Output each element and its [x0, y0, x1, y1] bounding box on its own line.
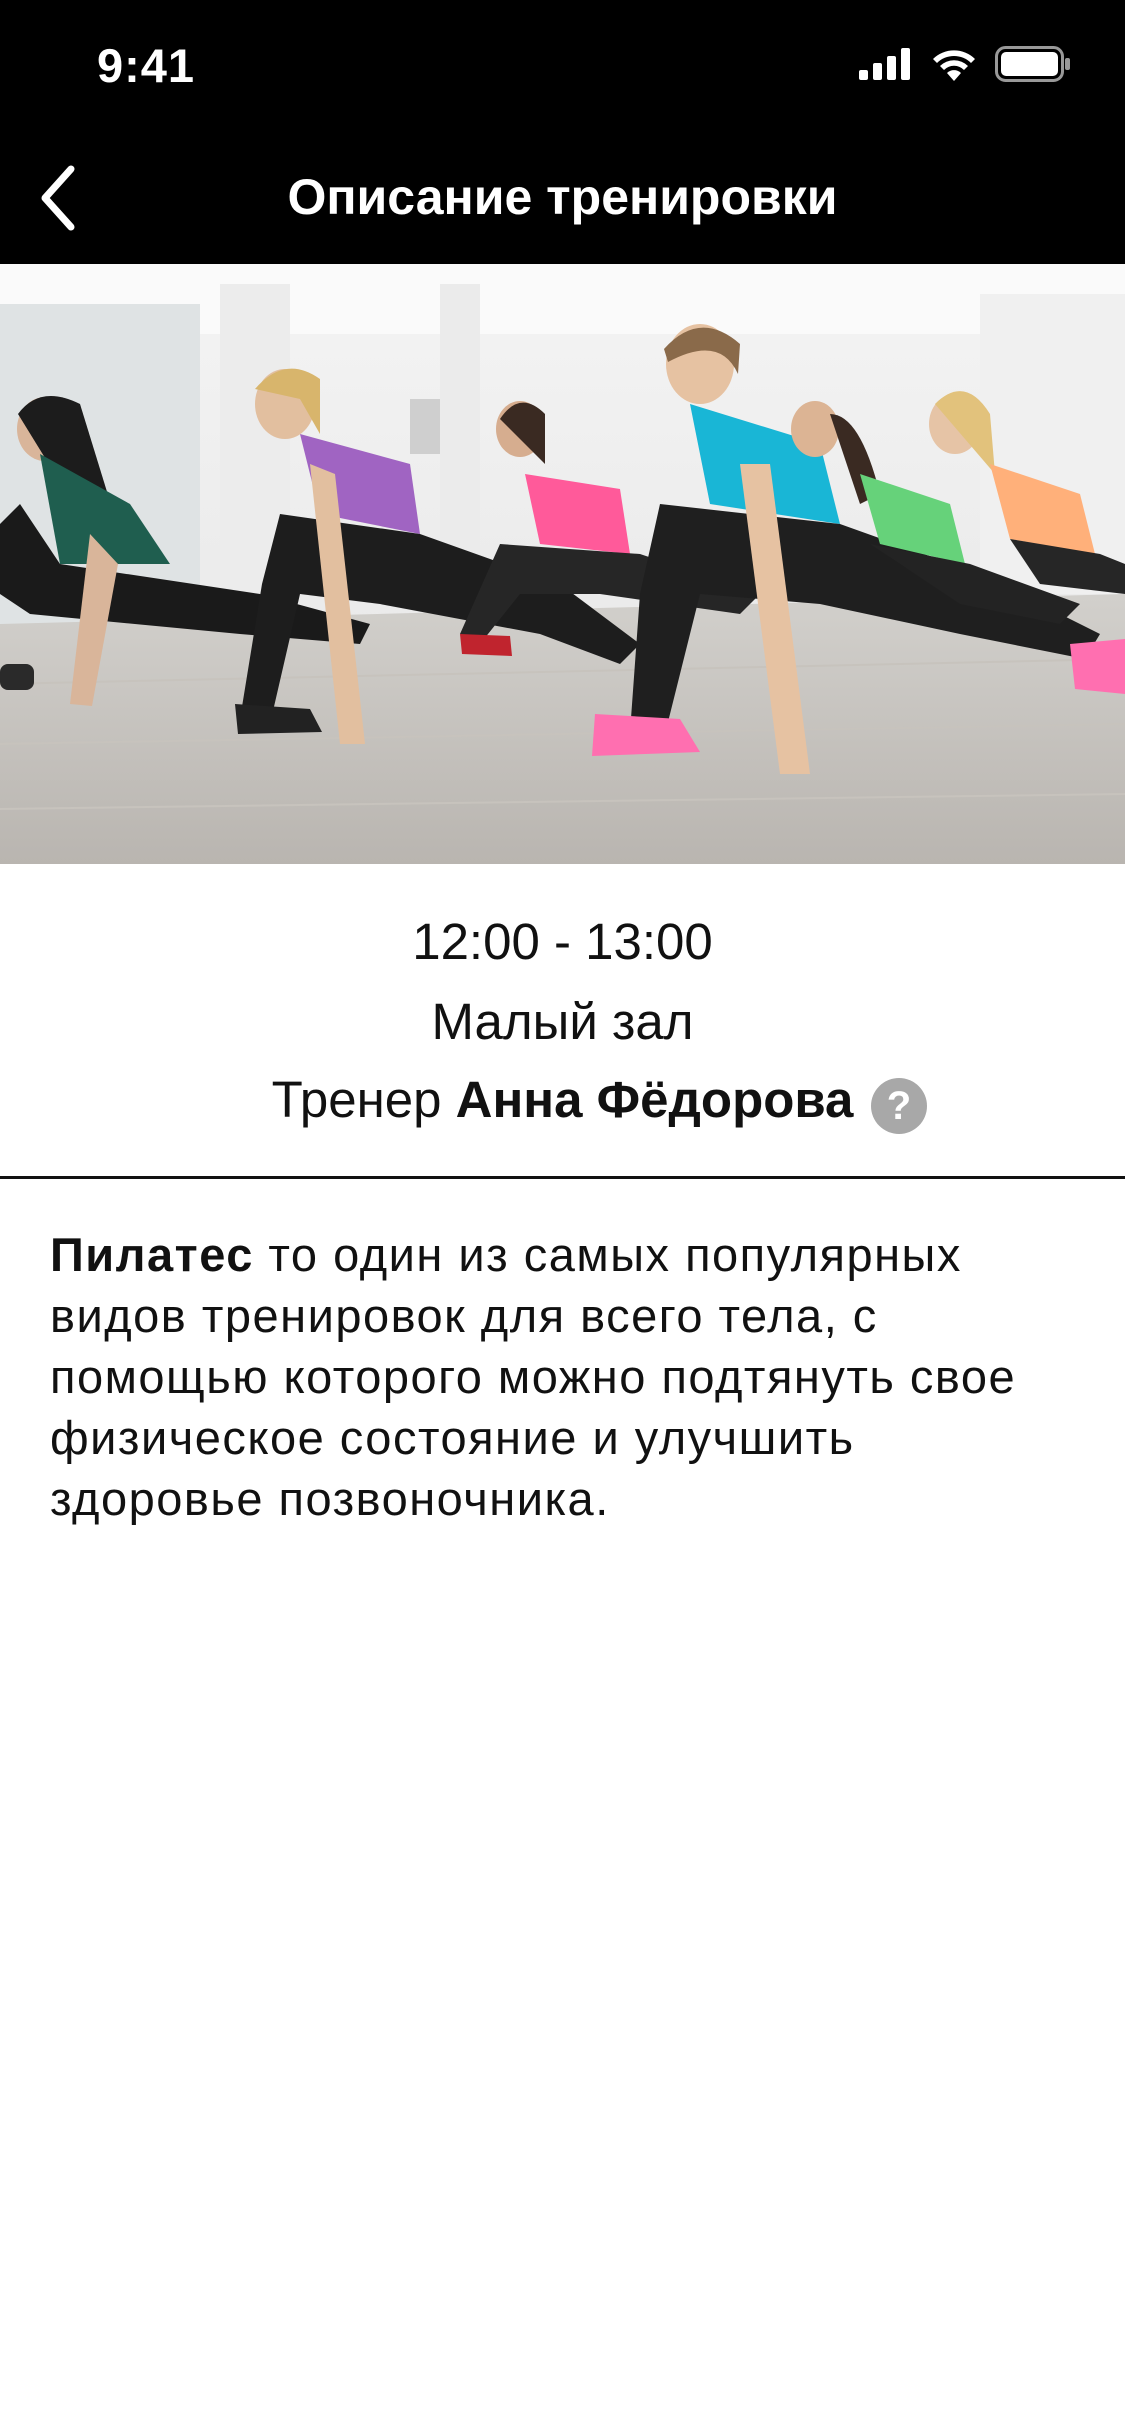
workout-photo — [0, 264, 1125, 864]
workout-description: Пилатес то один из самых популярных видо… — [50, 1224, 1080, 1529]
description-title: Пилатес — [50, 1228, 254, 1281]
workout-hall: Малый зал — [431, 993, 694, 1050]
help-icon[interactable]: ? — [871, 1078, 927, 1134]
trainer-text: Тренер Анна Фёдорова — [0, 1070, 1125, 1129]
status-icons — [859, 46, 1071, 87]
signal-icon — [859, 48, 913, 85]
workout-time: 12:00 - 13:00 — [412, 913, 713, 970]
divider — [0, 1176, 1125, 1179]
trainer-prefix: Тренер — [271, 1071, 442, 1128]
battery-icon — [995, 46, 1071, 87]
header: 9:41 Описание тренировки — [0, 0, 1125, 264]
trainer-name: Анна Фёдорова — [455, 1071, 854, 1128]
trainer-row: Тренер Анна Фёдорова ? — [0, 1070, 1125, 1134]
status-time: 9:41 — [97, 39, 196, 92]
workout-info: 12:00 - 13:00 Малый зал Тренер Анна Фёдо… — [0, 864, 1125, 1178]
page-title: Описание тренировки — [287, 169, 838, 225]
wifi-icon — [931, 47, 977, 86]
